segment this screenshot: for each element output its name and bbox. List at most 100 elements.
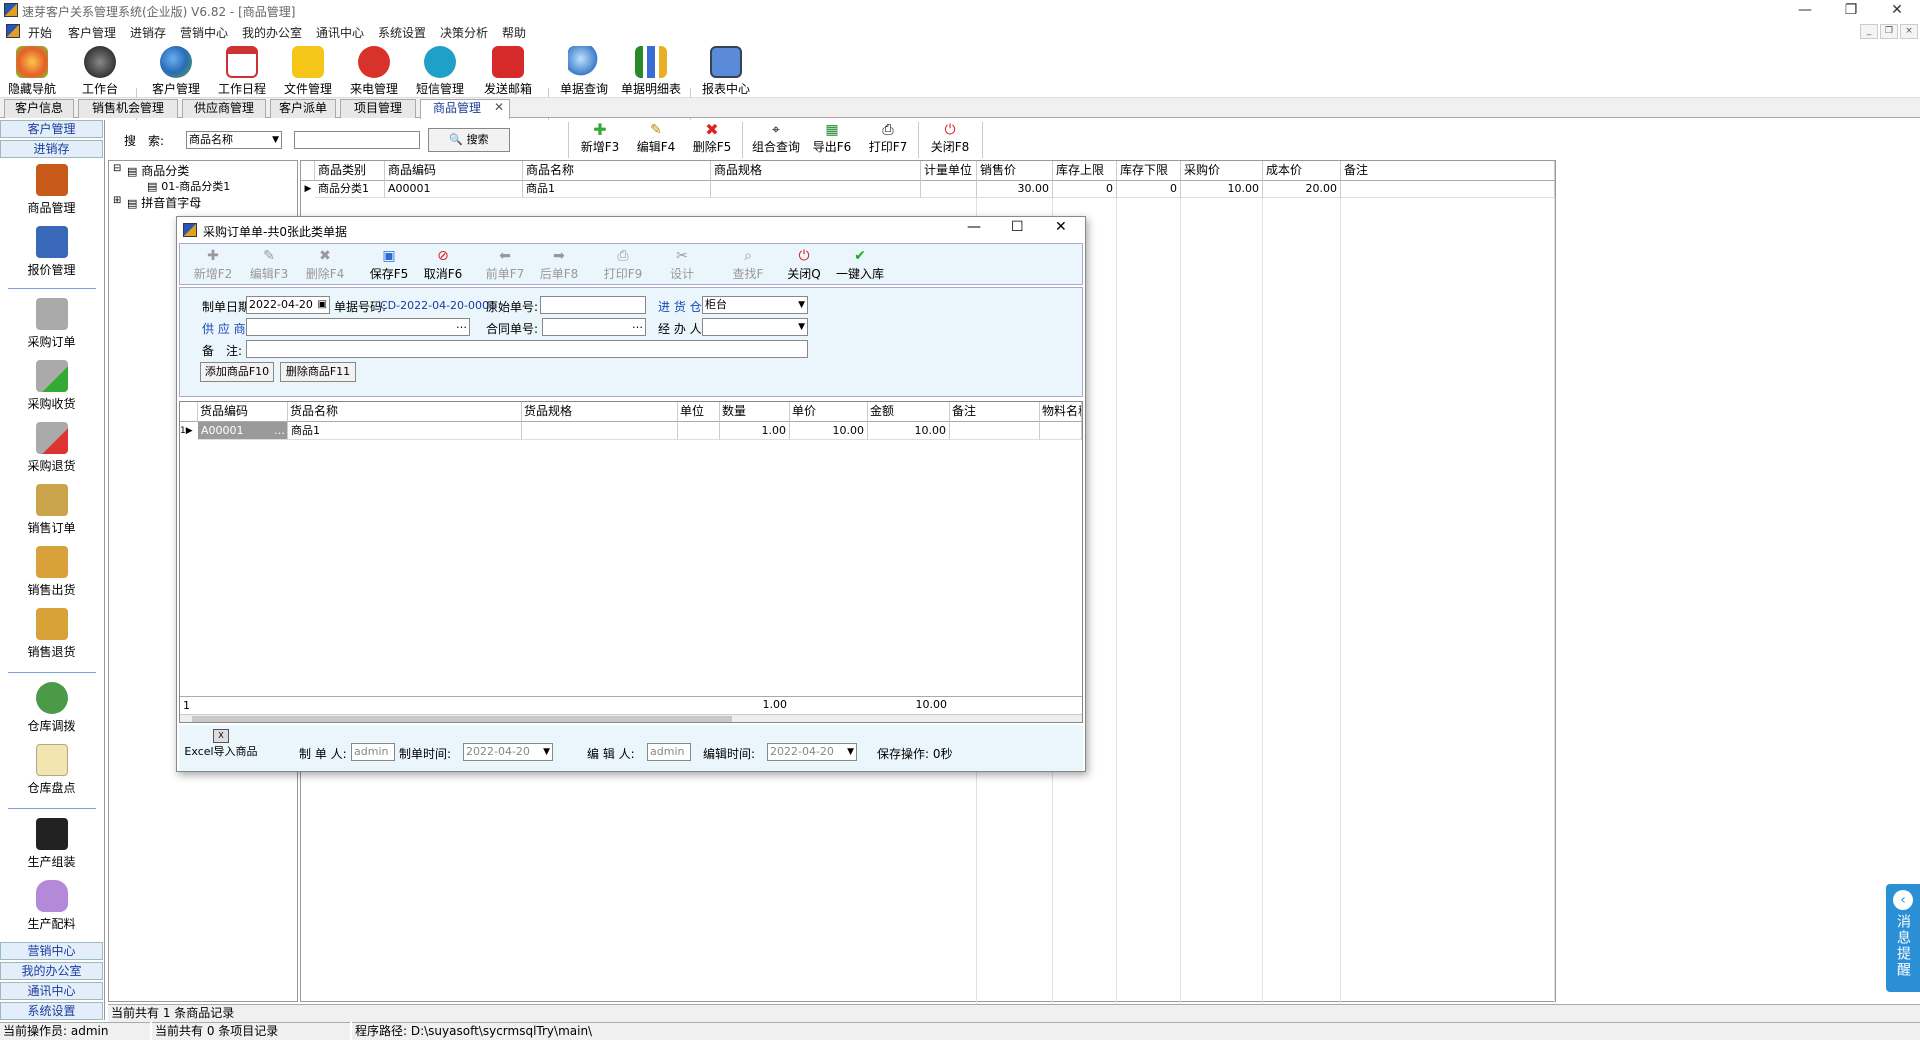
nav-header-marketing[interactable]: 营销中心 [0, 942, 103, 960]
scrollbar-thumb[interactable] [192, 716, 732, 722]
sms-mgmt-button[interactable]: 短信管理 [410, 44, 470, 96]
hide-nav-button[interactable]: 隐藏导航 [4, 44, 60, 96]
col-header-item-spec[interactable]: 货品规格 [522, 402, 678, 422]
date-field[interactable]: 2022-04-20 ▣ [246, 296, 330, 314]
table-cell[interactable]: 商品分类1 [315, 181, 385, 198]
search-field-select[interactable]: 商品名称 ▼ [186, 131, 282, 149]
table-cell[interactable] [711, 181, 921, 198]
table-cell[interactable]: 30.00 [977, 181, 1053, 198]
table-cell[interactable]: 商品1 [523, 181, 711, 198]
menu-office[interactable]: 我的办公室 [242, 24, 302, 41]
dlg-add-button[interactable]: ✚ 新增F2 [190, 246, 236, 284]
dlg-delete-button[interactable]: ✖ 删除F4 [302, 246, 348, 284]
table-cell[interactable] [950, 422, 1040, 440]
col-header-sale-price[interactable]: 销售价 [977, 161, 1053, 181]
menu-comm[interactable]: 通讯中心 [316, 24, 364, 41]
col-header-code[interactable]: 商品编码 [385, 161, 523, 181]
dialog-close-icon[interactable]: ✕ [1055, 219, 1067, 235]
col-header-unit[interactable]: 计量单位 [921, 161, 977, 181]
table-cell[interactable] [921, 181, 977, 198]
table-cell[interactable] [1040, 422, 1082, 440]
schedule-button[interactable]: 工作日程 [212, 44, 272, 96]
excel-import-button[interactable]: X Excel导入商品 [183, 729, 259, 759]
nav-item-purchase-order[interactable]: 采购订单 [0, 298, 103, 350]
table-cell[interactable]: 20.00 [1263, 181, 1341, 198]
dlg-cancel-button[interactable]: ⊘ 取消F6 [420, 246, 466, 284]
col-header-purchase-price[interactable]: 采购价 [1181, 161, 1263, 181]
restore-icon[interactable]: ❐ [1828, 0, 1874, 22]
tree-node-child[interactable]: ▤ 01-商品分类1 [147, 178, 230, 194]
tree-node-root[interactable]: ▤ 商品分类 [127, 162, 189, 179]
menu-marketing[interactable]: 营销中心 [180, 24, 228, 41]
nav-item-sales-shipment[interactable]: 销售出货 [0, 546, 103, 598]
nav-header-customer[interactable]: 客户管理 [0, 120, 103, 138]
menu-customer[interactable]: 客户管理 [68, 24, 116, 41]
nav-item-stocktake[interactable]: 仓库盘点 [0, 744, 103, 796]
mdi-close-icon[interactable]: × [1900, 24, 1918, 39]
table-cell[interactable]: A00001… [198, 422, 288, 440]
search-input[interactable] [294, 131, 420, 149]
edit-button[interactable]: ✎ 编辑F4 [634, 122, 678, 158]
nav-item-sales-return[interactable]: 销售退货 [0, 608, 103, 660]
menu-settings[interactable]: 系统设置 [378, 24, 426, 41]
customer-mgmt-button[interactable]: 客户管理 [144, 44, 208, 96]
call-mgmt-button[interactable]: 来电管理 [344, 44, 404, 96]
orig-no-input[interactable] [540, 296, 646, 314]
table-cell[interactable]: 0 [1053, 181, 1117, 198]
table-cell[interactable] [1341, 181, 1555, 198]
tab-project[interactable]: 项目管理 [340, 99, 416, 118]
tab-close-icon[interactable]: ✕ [494, 100, 504, 114]
table-cell[interactable] [522, 422, 678, 440]
menu-help[interactable]: 帮助 [502, 24, 526, 41]
table-cell[interactable]: 10.00 [790, 422, 868, 440]
contract-input[interactable]: … [542, 318, 646, 336]
send-mail-button[interactable]: 发送邮箱 [476, 44, 540, 96]
tab-sales-opportunity[interactable]: 销售机会管理 [78, 99, 178, 118]
remark-input[interactable] [246, 340, 808, 358]
handler-select[interactable]: ▼ [702, 318, 808, 336]
warehouse-select[interactable]: 柜台 ▼ [702, 296, 808, 314]
col-header-item-remark[interactable]: 备注 [950, 402, 1040, 422]
mdi-minimize-icon[interactable]: _ [1860, 24, 1878, 39]
nav-header-office[interactable]: 我的办公室 [0, 962, 103, 980]
ellipsis-icon[interactable]: … [274, 422, 285, 439]
horizontal-scrollbar[interactable] [180, 714, 1082, 722]
nav-item-purchase-return[interactable]: 采购退货 [0, 422, 103, 474]
add-button[interactable]: ✚ 新增F3 [578, 122, 622, 158]
col-header-remark[interactable]: 备注 [1341, 161, 1555, 181]
nav-item-assembly[interactable]: 生产组装 [0, 818, 103, 870]
minimize-icon[interactable]: — [1782, 0, 1828, 22]
col-header-cost[interactable]: 成本价 [1263, 161, 1341, 181]
dlg-close-button[interactable]: ⏻ 关闭Q [784, 246, 824, 284]
col-header-unit-price[interactable]: 单价 [790, 402, 868, 422]
collapse-icon[interactable]: ⊟ [113, 163, 121, 174]
col-header-spec[interactable]: 商品规格 [711, 161, 921, 181]
nav-item-transfer[interactable]: 仓库调拨 [0, 682, 103, 734]
menu-analysis[interactable]: 决策分析 [440, 24, 488, 41]
dialog-maximize-icon[interactable]: ☐ [1011, 219, 1024, 235]
close-module-button[interactable]: ⏻ 关闭F8 [928, 122, 972, 158]
ellipsis-icon[interactable]: … [456, 317, 467, 333]
dlg-next-button[interactable]: ➡ 后单F8 [536, 246, 582, 284]
message-reminder-button[interactable]: ‹ 消息提醒 [1886, 884, 1920, 992]
dlg-save-button[interactable]: ▣ 保存F5 [366, 246, 412, 284]
nav-item-sales-order[interactable]: 销售订单 [0, 484, 103, 536]
delete-button[interactable]: ✖ 删除F5 [690, 122, 734, 158]
dlg-instock-button[interactable]: ✔ 一键入库 [830, 246, 890, 284]
dlg-prev-button[interactable]: ⬅ 前单F7 [482, 246, 528, 284]
table-cell[interactable] [678, 422, 720, 440]
doc-query-button[interactable]: 单据查询 [556, 44, 612, 96]
dlg-find-button[interactable]: ⌕ 查找F [728, 246, 768, 284]
col-header-item-name[interactable]: 货品名称 [288, 402, 522, 422]
print-button[interactable]: ⎙ 打印F7 [866, 122, 910, 158]
nav-header-comm[interactable]: 通讯中心 [0, 982, 103, 1000]
col-header-item-unit[interactable]: 单位 [678, 402, 720, 422]
nav-item-purchase-receipt[interactable]: 采购收货 [0, 360, 103, 412]
doc-detail-button[interactable]: 单据明细表 [618, 44, 684, 96]
col-header-item-code[interactable]: 货品编码 [198, 402, 288, 422]
file-mgmt-button[interactable]: 文件管理 [278, 44, 338, 96]
expand-icon[interactable]: ⊞ [113, 195, 121, 206]
table-cell[interactable]: 商品1 [288, 422, 522, 440]
remove-product-button[interactable]: 删除商品F11 [280, 362, 356, 382]
table-cell[interactable]: 0 [1117, 181, 1181, 198]
